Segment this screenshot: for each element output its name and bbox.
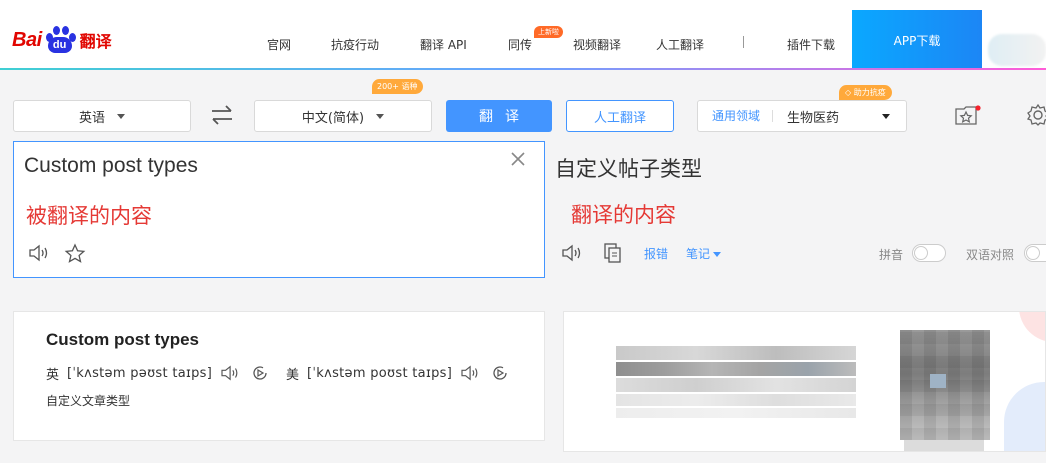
- pinyin-toggle[interactable]: [912, 244, 946, 262]
- us-replay-icon[interactable]: [490, 363, 510, 383]
- domain-value: 生物医药: [787, 110, 840, 126]
- logo-paw-icon: du: [43, 25, 77, 55]
- blur-block: [616, 408, 856, 418]
- source-language-label: 英语: [78, 110, 105, 126]
- clear-input-icon[interactable]: [510, 150, 526, 172]
- us-ipa: [ˈkʌstəm poʊst taɪps]: [307, 365, 453, 381]
- toggle-knob: [1026, 246, 1040, 260]
- dictionary-meaning: 自定义文章类型: [46, 394, 131, 408]
- baidu-translate-logo[interactable]: Bai du 翻译: [12, 20, 112, 60]
- nav-divider: [743, 36, 744, 48]
- toggle-knob: [914, 246, 928, 260]
- source-language-select[interactable]: 英语: [13, 100, 191, 132]
- blurred-promo-image[interactable]: [563, 311, 1046, 452]
- favorites-icon[interactable]: [954, 104, 982, 128]
- blur-block: [930, 374, 946, 388]
- blur-block: [616, 394, 856, 406]
- target-language-label: 中文(简体): [301, 110, 365, 126]
- us-speaker-icon[interactable]: [460, 364, 482, 382]
- nav-item-plugin-download[interactable]: 插件下载: [787, 36, 835, 53]
- chevron-down-icon: [376, 113, 385, 119]
- top-header: Bai du 翻译 官网 抗疫行动 翻译 API 同传 上新啦 视频翻译 人工翻…: [0, 0, 1046, 70]
- decorative-circle: [1019, 312, 1045, 342]
- source-input-panel[interactable]: Custom post types 被翻译的内容: [13, 141, 545, 278]
- logo-du-text: du: [47, 37, 72, 53]
- uk-phonetic: 英 [ˈkʌstəm pəʊst taɪps]: [46, 363, 270, 383]
- target-speaker-icon[interactable]: [561, 243, 585, 263]
- blur-block: [616, 378, 856, 392]
- blur-block: [616, 362, 856, 376]
- logo-bai-text: Bai: [12, 28, 42, 51]
- domain-badge: ◇ 助力抗疫: [839, 85, 892, 100]
- blur-block: [616, 346, 856, 360]
- source-speaker-icon[interactable]: [28, 243, 52, 263]
- app-download-button[interactable]: APP下载: [852, 10, 982, 70]
- language-count-badge: 200+ 语种: [372, 79, 423, 94]
- target-language-select[interactable]: 中文(简体): [254, 100, 432, 132]
- bilingual-toggle[interactable]: [1024, 244, 1046, 262]
- chevron-down-icon: [713, 252, 722, 257]
- chevron-down-icon: [117, 113, 125, 119]
- logo-product-text: 翻译: [79, 34, 112, 51]
- nav-item-api[interactable]: 翻译 API: [420, 36, 467, 53]
- nav-item-video-translate[interactable]: 视频翻译: [573, 36, 621, 53]
- translated-text: 自定义帖子类型: [555, 157, 702, 181]
- star-icon[interactable]: [64, 243, 86, 265]
- domain-badge-label: 助力抗疫: [853, 88, 886, 97]
- uk-replay-icon[interactable]: [250, 363, 270, 383]
- domain-select[interactable]: 通用领域 生物医药: [697, 100, 907, 132]
- swap-languages-icon[interactable]: [208, 102, 236, 128]
- pinyin-label: 拼音: [879, 248, 904, 262]
- report-error-link[interactable]: 报错: [644, 245, 668, 262]
- nav-item-simultaneous[interactable]: 同传: [508, 36, 532, 53]
- human-translate-button[interactable]: 人工翻译: [566, 100, 674, 132]
- notes-dropdown[interactable]: 笔记: [686, 245, 722, 262]
- target-output-panel: 自定义帖子类型 翻译的内容 报错 笔记 拼音 双语对照: [545, 141, 1046, 278]
- uk-speaker-icon[interactable]: [220, 364, 242, 382]
- source-annotation: 被翻译的内容: [26, 204, 152, 228]
- dictionary-word: Custom post types: [46, 330, 200, 349]
- translate-button[interactable]: 翻译: [446, 100, 552, 132]
- nav-item-anti-epidemic[interactable]: 抗疫行动: [331, 36, 379, 53]
- target-annotation: 翻译的内容: [571, 203, 676, 227]
- bilingual-label: 双语对照: [966, 248, 1015, 262]
- domain-general-label[interactable]: 通用领域: [698, 110, 774, 122]
- dictionary-card: Custom post types 英 [ˈkʌstəm pəʊst taɪps…: [13, 311, 545, 441]
- copy-icon[interactable]: [603, 242, 623, 264]
- header-gradient-line: [0, 68, 1046, 70]
- tag-icon: ◇: [845, 88, 852, 97]
- nav-item-human-translate[interactable]: 人工翻译: [656, 36, 704, 53]
- blur-block: [904, 440, 984, 451]
- us-phonetic: 美 [ˈkʌstəm poʊst taɪps]: [286, 363, 510, 383]
- nav-item-official[interactable]: 官网: [267, 36, 291, 53]
- us-label: 美: [286, 367, 300, 383]
- decorative-shape: [1004, 382, 1045, 451]
- notes-label: 笔记: [686, 247, 711, 261]
- chevron-down-icon: [882, 113, 890, 119]
- uk-label: 英: [46, 367, 60, 383]
- settings-gear-icon[interactable]: [1026, 103, 1046, 127]
- uk-ipa: [ˈkʌstəm pəʊst taɪps]: [67, 365, 213, 381]
- user-avatar[interactable]: [988, 34, 1046, 66]
- new-badge: 上新啦: [534, 26, 563, 38]
- source-text-input[interactable]: Custom post types: [24, 154, 198, 178]
